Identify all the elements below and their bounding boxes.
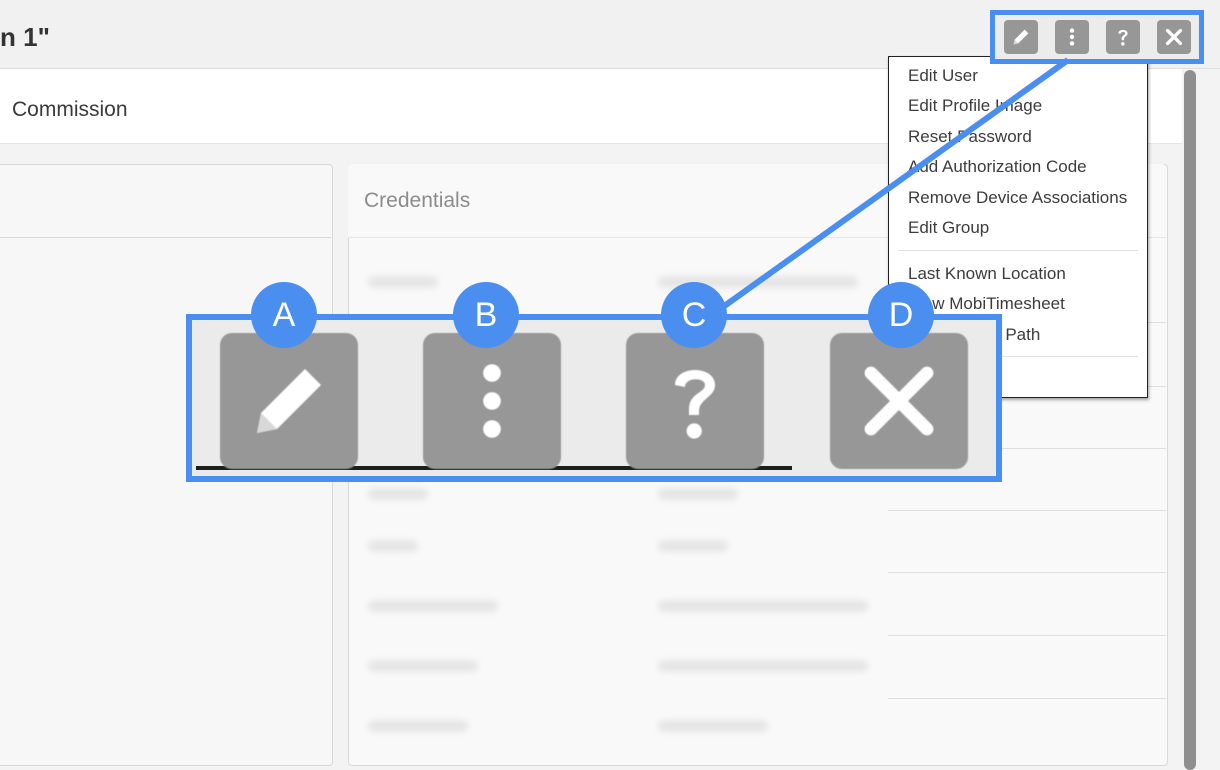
- help-icon: [675, 370, 715, 439]
- callout-badge-b: B: [453, 282, 519, 348]
- zoomed-help-button: [626, 333, 764, 469]
- more-vertical-icon: [483, 364, 501, 438]
- callout-badge-a: A: [251, 282, 317, 348]
- callout-badge-d: D: [868, 282, 934, 348]
- close-icon: [864, 366, 934, 436]
- zoomed-close-button: [830, 333, 968, 469]
- zoomed-more-options-button: [423, 333, 561, 469]
- pencil-icon: [257, 369, 321, 433]
- callout-badge-c: C: [661, 282, 727, 348]
- zoomed-edit-button: [220, 333, 358, 469]
